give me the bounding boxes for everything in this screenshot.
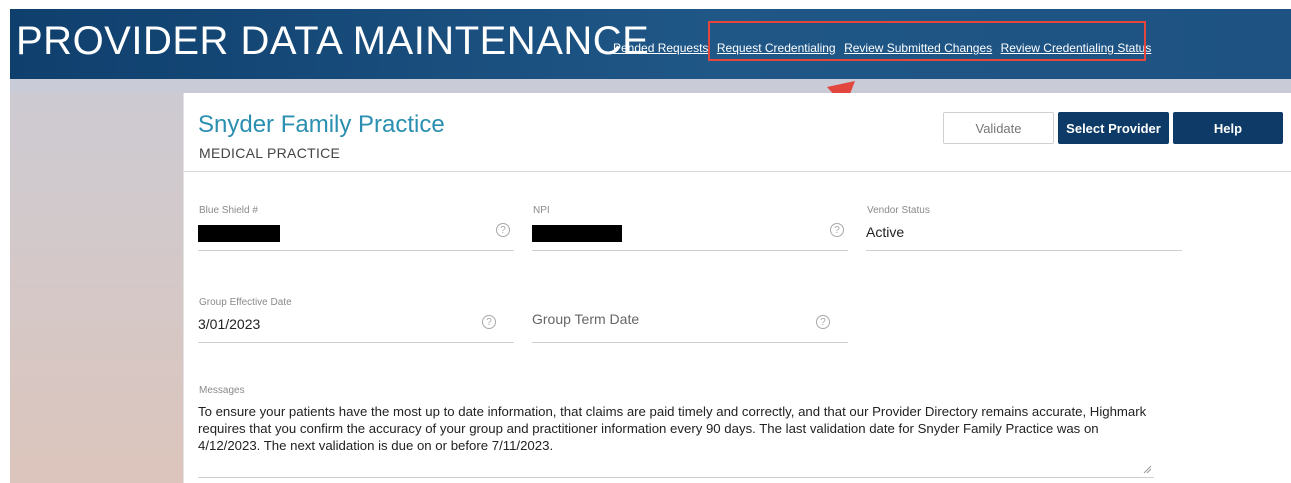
group-effective-date-label: Group Effective Date [199, 297, 292, 308]
header-subbar [10, 79, 1291, 93]
annotation-highlight-box [708, 21, 1146, 61]
messages-label: Messages [199, 385, 245, 396]
select-provider-button[interactable]: Select Provider [1058, 112, 1169, 144]
group-term-date-field[interactable]: Group Term Date ? [532, 297, 848, 343]
nav-pended-requests[interactable]: Pended Requests [613, 41, 708, 55]
help-button[interactable]: Help [1173, 112, 1283, 144]
help-circle-icon[interactable]: ? [830, 223, 844, 237]
practice-name: Snyder Family Practice [198, 111, 445, 138]
app-title: PROVIDER DATA MAINTENANCE [16, 19, 650, 63]
resize-handle-icon[interactable] [1143, 465, 1151, 473]
help-circle-icon[interactable]: ? [816, 315, 830, 329]
help-circle-icon[interactable]: ? [482, 315, 496, 329]
npi-redacted-value [532, 225, 622, 242]
blue-shield-field[interactable]: Blue Shield # ? [198, 205, 514, 251]
app-window: PROVIDER DATA MAINTENANCE Pended Request… [10, 9, 1291, 483]
practice-type: MEDICAL PRACTICE [199, 145, 341, 161]
blue-shield-redacted-value [198, 225, 280, 242]
npi-field[interactable]: NPI ? [532, 205, 848, 251]
group-effective-date-value[interactable]: 3/01/2023 [198, 316, 260, 332]
blue-shield-label: Blue Shield # [199, 205, 258, 216]
group-term-date-label: Group Term Date [532, 311, 640, 327]
npi-label: NPI [533, 205, 550, 216]
group-effective-date-field[interactable]: Group Effective Date 3/01/2023 ? [198, 297, 514, 343]
vendor-status-value: Active [866, 224, 905, 240]
messages-text: To ensure your patients have the most up… [198, 404, 1147, 453]
provider-card: Snyder Family Practice MEDICAL PRACTICE … [183, 93, 1291, 483]
vendor-status-field: Vendor Status Active [866, 205, 1182, 251]
help-circle-icon[interactable]: ? [496, 223, 510, 237]
messages-field[interactable]: Messages To ensure your patients have th… [198, 381, 1154, 478]
app-header: PROVIDER DATA MAINTENANCE Pended Request… [10, 9, 1291, 79]
vendor-status-label: Vendor Status [867, 205, 930, 216]
validate-button[interactable]: Validate [943, 112, 1054, 144]
card-header: Snyder Family Practice MEDICAL PRACTICE … [184, 93, 1291, 172]
